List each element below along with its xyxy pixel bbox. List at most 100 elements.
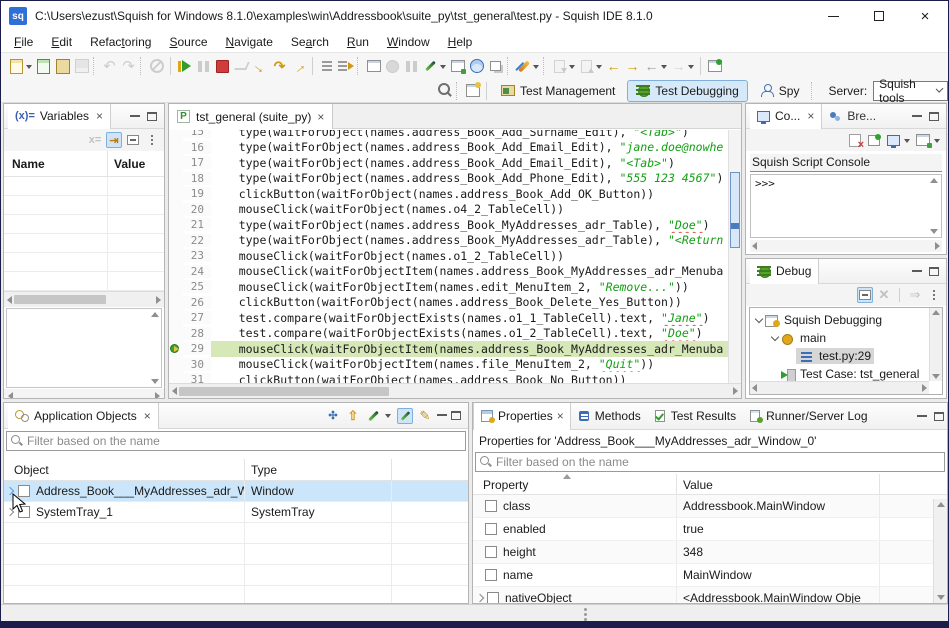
step-return-icon[interactable]: → [287,54,311,78]
menu-run[interactable]: Run [338,33,378,51]
row-checkbox[interactable] [18,506,30,518]
close-icon[interactable]: × [317,110,324,124]
code-line[interactable]: 26 clickButton(waitForObject(names.addre… [169,295,741,311]
editor-hscrollbar[interactable] [169,383,741,398]
minimize-view-icon[interactable] [130,115,140,118]
code-line[interactable]: 29 mouseClick(waitForObjectItem(names.ad… [169,341,741,357]
tab-test-results[interactable]: Test Results [647,403,742,430]
minimize-view-icon[interactable] [912,270,922,273]
remove-terminated-icon[interactable]: ✕ [876,287,892,303]
row-checkbox[interactable] [485,500,497,512]
detached-window-icon[interactable] [365,58,382,75]
chevron-down-icon[interactable] [754,319,764,322]
column-type[interactable]: Type [245,459,392,480]
menu-source[interactable]: Source [160,33,216,51]
chevron-down-icon[interactable] [533,58,540,75]
perspective-spy[interactable]: Spy [752,81,808,101]
debug-vscrollbar[interactable] [929,308,942,381]
code-line[interactable]: 24 mouseClick(waitForObjectItem(names.ad… [169,264,741,280]
minimize-view-icon[interactable] [912,115,922,118]
code-line[interactable]: 18 type(waitForObject(names.address_Book… [169,171,741,187]
minimize-button[interactable] [810,1,856,31]
show-type-names-icon[interactable]: x= [87,132,103,148]
chevron-down-icon[interactable] [688,58,695,75]
debug-tree-item[interactable]: Squish Debugging [754,311,942,329]
chevron-down-icon[interactable] [934,132,941,149]
pin-console-icon[interactable] [866,132,882,148]
object-row[interactable]: SystemTray_1SystemTray [4,502,468,523]
scroll-down-icon[interactable] [151,379,159,384]
forward-history-icon[interactable]: → [670,58,687,75]
show-logical-structure-icon[interactable]: ⇥ [106,132,122,148]
next-edit-location-icon[interactable]: → [624,58,641,75]
display-console-icon[interactable] [885,132,901,148]
menu-file[interactable]: File [5,33,42,51]
record-snippet-icon[interactable] [384,58,401,75]
minimize-view-icon[interactable] [437,414,447,417]
variables-detail-hscrollbar[interactable] [4,389,164,399]
pick-parent-icon[interactable]: ⇧ [345,408,361,424]
toggle-pick-mode-icon[interactable] [397,408,413,424]
launch-browser-icon[interactable] [468,58,485,75]
chevron-down-icon[interactable] [904,132,911,149]
chevron-down-icon[interactable] [26,58,33,75]
code-line[interactable]: 15 type(waitForObject(names.address_Book… [169,130,741,140]
menu-help[interactable]: Help [439,33,482,51]
import-resource-icon[interactable] [54,58,71,75]
view-menu-icon[interactable] [926,287,942,303]
perspective-test-debugging[interactable]: Test Debugging [627,80,747,102]
tab-tst-general[interactable]: P tst_general (suite_py) × [169,104,333,129]
new-test-case-icon[interactable] [35,58,52,75]
chevron-down-icon[interactable] [440,58,447,75]
menu-search[interactable]: Search [282,33,338,51]
step-into-icon[interactable]: → [249,54,273,78]
next-annotation-icon[interactable] [551,58,568,75]
code-line[interactable]: 31 clickButton(waitForObject(names.addre… [169,372,741,383]
code-line[interactable]: 27 test.compare(waitForObjectExists(name… [169,310,741,326]
resume-icon[interactable] [176,58,193,75]
resume-selection-icon[interactable]: ⇒ [907,287,923,303]
maximize-button[interactable] [856,1,902,31]
sash-handle[interactable] [584,608,587,611]
use-step-filters-icon[interactable] [337,58,354,75]
open-perspective-icon[interactable] [464,82,481,99]
step-over-icon[interactable]: ↷ [271,58,288,75]
new-test-suite-icon[interactable] [8,58,25,75]
search-icon[interactable] [436,82,453,99]
record-test-icon[interactable] [148,58,165,75]
chevron-down-icon[interactable] [569,58,576,75]
row-checkbox[interactable] [485,569,497,581]
tab-application-objects[interactable]: Application Objects × [8,403,159,429]
maximize-view-icon[interactable] [929,267,939,276]
chevron-right-icon[interactable] [4,488,16,494]
chevron-down-icon[interactable] [596,58,603,75]
chevron-down-icon[interactable] [770,337,780,340]
scroll-up-icon[interactable] [151,312,159,317]
open-console-icon[interactable] [915,132,931,148]
menu-refactoring[interactable]: Refactoring [81,33,160,51]
code-line[interactable]: 21 type(waitForObject(names.address_Book… [169,217,741,233]
previous-annotation-icon[interactable] [578,58,595,75]
editor-scroll-thumb[interactable] [730,172,740,248]
minimize-view-icon[interactable] [917,415,927,418]
code-line[interactable]: 28 test.compare(waitForObjectExists(name… [169,326,741,342]
edit-object-name-icon[interactable]: ✎ [417,408,433,424]
object-row[interactable]: Address_Book___MyAddresses_adr_WiWindow [4,481,468,502]
code-line[interactable]: 17 type(waitForObject(names.address_Book… [169,155,741,171]
last-edit-location-icon[interactable]: ← [605,58,622,75]
terminate-icon[interactable] [214,58,231,75]
perspective-test-management[interactable]: Test Management [493,81,623,101]
close-icon[interactable]: × [144,409,151,423]
column-value[interactable]: Value [108,157,164,171]
undo-icon[interactable]: ↶ [101,58,118,75]
launch-aut-icon[interactable] [515,58,532,75]
skip-all-breakpoints-icon[interactable] [318,58,335,75]
debug-tree-item[interactable]: test.py:29 [754,347,942,365]
view-menu-icon[interactable] [144,132,160,148]
menu-edit[interactable]: Edit [42,33,81,51]
suspend-icon[interactable] [195,58,212,75]
property-row[interactable]: nameMainWindow [473,564,947,587]
property-row[interactable]: enabledtrue [473,518,947,541]
row-checkbox[interactable] [487,592,499,604]
variables-hscrollbar[interactable] [4,291,164,307]
